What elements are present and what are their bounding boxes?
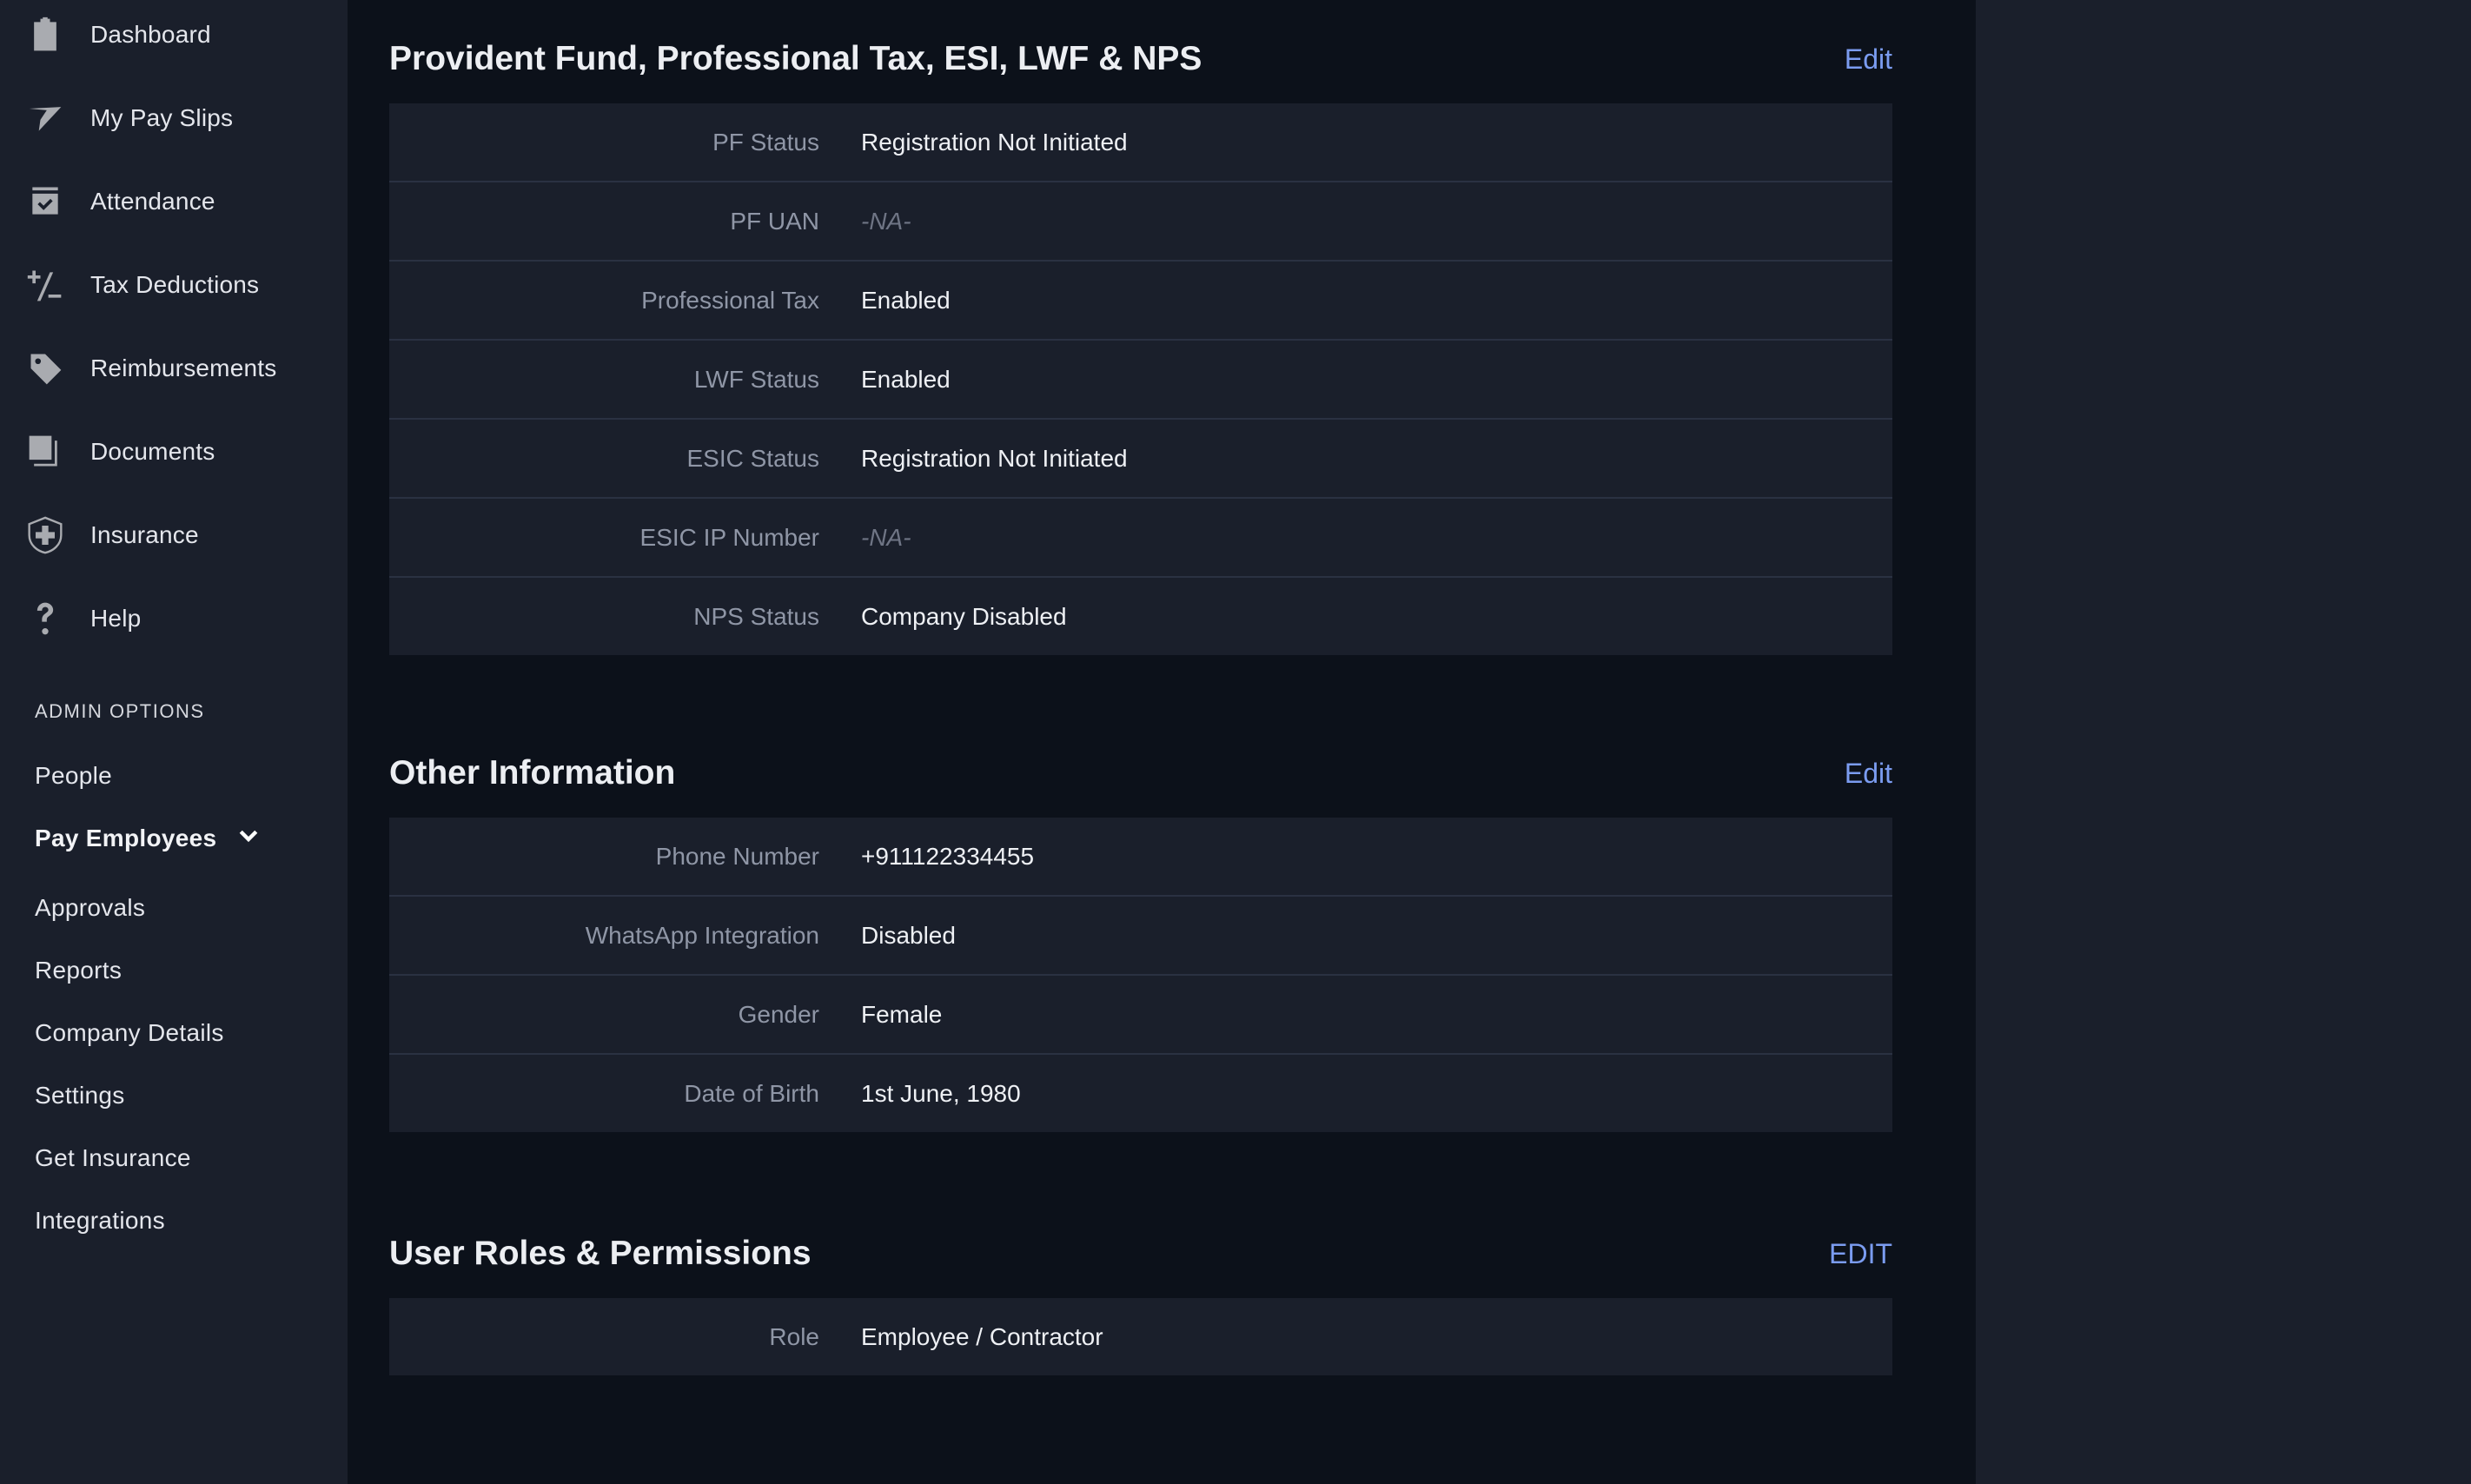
detail-row-pf-uan: PF UAN -NA- (389, 181, 1892, 260)
sidebar-item-reimbursements[interactable]: Reimbursements (0, 334, 348, 403)
admin-item-company-details[interactable]: Company Details (35, 1014, 224, 1052)
admin-item-label: Pay Employees (35, 825, 217, 851)
row-value: Female (861, 1000, 943, 1028)
admin-item-settings[interactable]: Settings (35, 1077, 125, 1115)
right-panel (1976, 0, 2471, 1484)
edit-user-roles-button[interactable]: EDIT (1829, 1229, 1892, 1278)
sidebar-item-documents[interactable]: Documents (0, 417, 348, 487)
detail-row-professional-tax: Professional Tax Enabled (389, 260, 1892, 339)
sidebar-item-label: Documents (90, 438, 215, 465)
row-value: Enabled (861, 365, 951, 393)
admin-item-get-insurance[interactable]: Get Insurance (35, 1139, 191, 1177)
row-value: Disabled (861, 921, 956, 949)
admin-item-pay-employees[interactable]: Pay Employees (35, 819, 262, 858)
row-label: ESIC Status (686, 444, 819, 472)
admin-item-integrations[interactable]: Integrations (35, 1202, 165, 1240)
row-label: WhatsApp Integration (585, 921, 819, 949)
detail-row-role: Role Employee / Contractor (389, 1298, 1892, 1375)
detail-row-esic-status: ESIC Status Registration Not Initiated (389, 418, 1892, 497)
sidebar-item-tax-deductions[interactable]: Tax Deductions (0, 250, 348, 320)
main-content: Provident Fund, Professional Tax, ESI, L… (348, 0, 1976, 1484)
detail-row-phone-number: Phone Number +911122334455 (389, 818, 1892, 895)
sidebar-item-label: Tax Deductions (90, 271, 260, 298)
sidebar-item-attendance[interactable]: Attendance (0, 167, 348, 236)
row-label: Date of Birth (684, 1079, 819, 1107)
chevron-down-icon (235, 821, 262, 859)
sidebar: Dashboard My Pay Slips Attendance Tax De… (0, 0, 348, 1484)
sidebar-item-label: Insurance (90, 521, 199, 548)
admin-item-people[interactable]: People (35, 757, 112, 795)
row-value: Employee / Contractor (861, 1322, 1103, 1350)
row-value: -NA- (861, 523, 911, 551)
row-label: PF Status (712, 128, 819, 156)
row-value: -NA- (861, 207, 911, 235)
calendar-check-icon (24, 181, 66, 222)
row-label: ESIC IP Number (639, 523, 819, 551)
row-label: Phone Number (655, 842, 819, 870)
section-title-statutory: Provident Fund, Professional Tax, ESI, L… (389, 40, 1202, 77)
row-label: Role (769, 1322, 819, 1350)
section-title-other-information: Other Information (389, 754, 676, 792)
detail-row-esic-ip-number: ESIC IP Number -NA- (389, 497, 1892, 576)
row-label: PF UAN (730, 207, 819, 235)
detail-row-gender: Gender Female (389, 974, 1892, 1053)
edit-other-information-button[interactable]: Edit (1845, 749, 1892, 798)
row-value: Registration Not Initiated (861, 444, 1128, 472)
row-value: Enabled (861, 286, 951, 314)
sidebar-item-label: Attendance (90, 188, 215, 215)
row-value: Registration Not Initiated (861, 128, 1128, 156)
section-title-user-roles: User Roles & Permissions (389, 1235, 812, 1272)
clipboard-icon (24, 14, 66, 56)
sidebar-item-insurance[interactable]: Insurance (0, 500, 348, 570)
detail-row-lwf-status: LWF Status Enabled (389, 339, 1892, 418)
detail-row-date-of-birth: Date of Birth 1st June, 1980 (389, 1053, 1892, 1132)
row-label: Gender (738, 1000, 819, 1028)
plus-minus-icon (24, 264, 66, 306)
sidebar-item-label: My Pay Slips (90, 104, 234, 131)
detail-row-pf-status: PF Status Registration Not Initiated (389, 103, 1892, 181)
row-label: Professional Tax (641, 286, 819, 314)
admin-item-reports[interactable]: Reports (35, 951, 122, 990)
other-information-card: Phone Number +911122334455 WhatsApp Inte… (389, 818, 1892, 1132)
shield-plus-icon (24, 514, 66, 556)
detail-row-nps-status: NPS Status Company Disabled (389, 576, 1892, 655)
row-label: LWF Status (693, 365, 819, 393)
edit-statutory-button[interactable]: Edit (1845, 35, 1892, 83)
sidebar-item-dashboard[interactable]: Dashboard (0, 0, 348, 70)
row-value: 1st June, 1980 (861, 1079, 1021, 1107)
sidebar-item-help[interactable]: Help (0, 584, 348, 653)
tag-icon (24, 348, 66, 389)
row-label: NPS Status (693, 602, 819, 630)
question-icon (24, 598, 66, 639)
statutory-details-card: PF Status Registration Not Initiated PF … (389, 103, 1892, 655)
admin-options-heading: ADMIN OPTIONS (35, 700, 205, 722)
sidebar-item-label: Help (90, 605, 142, 632)
row-value: +911122334455 (861, 842, 1035, 870)
detail-row-whatsapp-integration: WhatsApp Integration Disabled (389, 895, 1892, 974)
sidebar-item-my-pay-slips[interactable]: My Pay Slips (0, 83, 348, 153)
documents-icon (24, 431, 66, 473)
sidebar-item-label: Dashboard (90, 21, 211, 48)
sidebar-item-label: Reimbursements (90, 354, 277, 381)
admin-item-approvals[interactable]: Approvals (35, 889, 145, 927)
user-roles-card: Role Employee / Contractor (389, 1298, 1892, 1375)
paper-plane-icon (24, 97, 66, 139)
row-value: Company Disabled (861, 602, 1067, 630)
